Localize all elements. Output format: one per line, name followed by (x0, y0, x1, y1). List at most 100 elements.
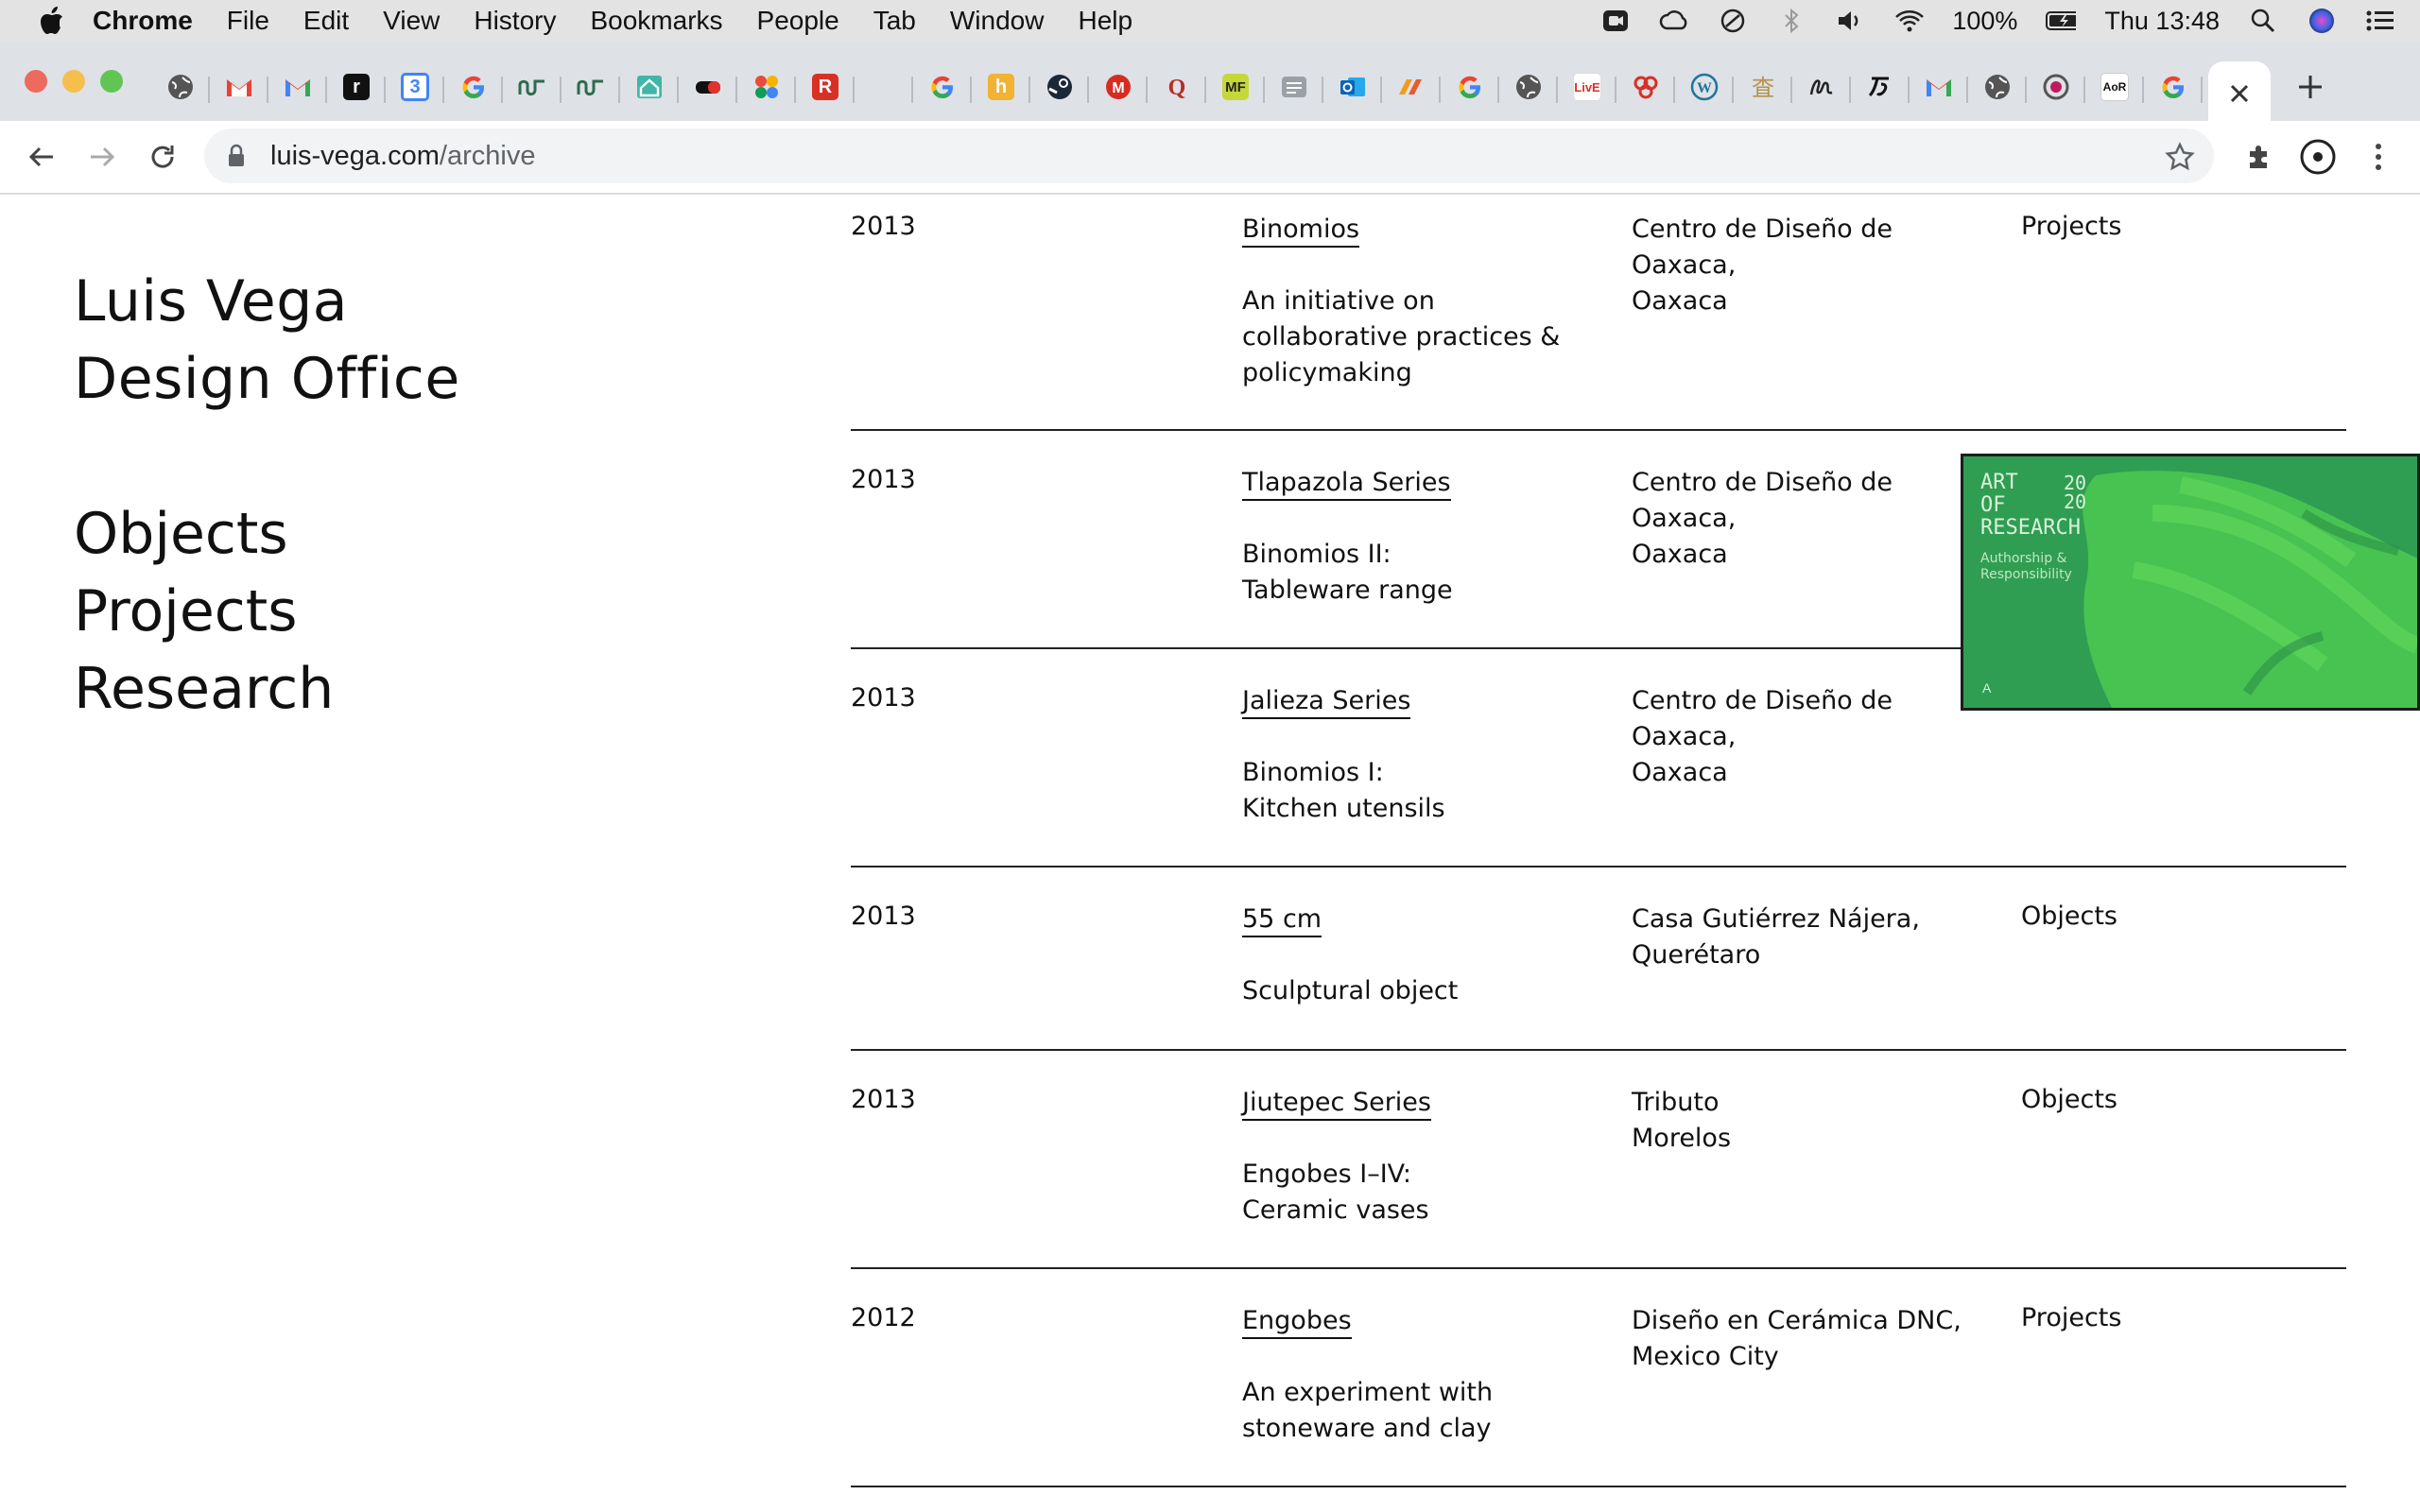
menu-bookmarks[interactable]: Bookmarks (590, 6, 722, 36)
bluetooth-icon[interactable] (1776, 8, 1806, 34)
chrome-menu-button[interactable] (2360, 138, 2397, 176)
row-title-link[interactable]: Jiutepec Series (1242, 1088, 1431, 1121)
creative-cloud-icon[interactable] (1659, 8, 1689, 34)
tab-kanji[interactable]: 査 (1734, 60, 1792, 114)
globe-icon (168, 75, 193, 99)
siri-icon[interactable] (2307, 8, 2337, 34)
url-text[interactable]: luis-vega.com/archive (270, 141, 535, 172)
row-description: Engobes I–IV: Ceramic vases (1242, 1157, 1611, 1228)
preview-subtitle-line: Responsibility (1980, 567, 2072, 582)
row-location: Casa Gutiérrez Nájera, Querétaro (1632, 902, 2010, 973)
tab-calendar[interactable]: 3 (386, 60, 444, 114)
tab-target[interactable] (2027, 60, 2085, 114)
desc-line: Kitchen utensils (1242, 794, 1445, 823)
menu-view[interactable]: View (383, 6, 440, 36)
do-not-disturb-icon[interactable] (1718, 8, 1748, 34)
menu-people[interactable]: People (757, 6, 839, 36)
spotlight-search-icon[interactable] (2248, 8, 2278, 34)
tab-google-1[interactable] (444, 60, 503, 114)
back-button[interactable] (23, 138, 60, 176)
place-line: Oaxaca (1632, 758, 1728, 787)
menu-history[interactable]: History (474, 6, 556, 36)
window-maximize-button[interactable] (100, 70, 123, 93)
new-tab-button[interactable] (2284, 60, 2337, 113)
tab-gmail-3[interactable] (1910, 60, 1968, 114)
menu-file[interactable]: File (227, 6, 269, 36)
tab-analytics-1[interactable] (503, 60, 562, 114)
window-minimize-button[interactable] (62, 70, 85, 93)
tab-globe[interactable] (151, 60, 210, 114)
place-line: Oaxaca, (1632, 250, 1737, 280)
tab-gmail-1[interactable] (210, 60, 268, 114)
tab-blank[interactable] (855, 60, 913, 114)
media-control-button[interactable] (2299, 138, 2337, 176)
row-title-link[interactable]: Tlapazola Series (1242, 468, 1451, 501)
volume-icon[interactable] (1835, 8, 1865, 34)
screen-recorder-icon[interactable] (1600, 8, 1631, 34)
tab-house[interactable] (620, 60, 679, 114)
window-close-button[interactable] (25, 70, 47, 93)
tab-globe-3[interactable] (1968, 60, 2027, 114)
tab-slash[interactable] (1382, 60, 1441, 114)
row-title-link[interactable]: Engobes (1242, 1306, 1352, 1339)
menu-edit[interactable]: Edit (303, 6, 349, 36)
tab-r-black[interactable]: r (327, 60, 386, 114)
menu-help[interactable]: Help (1078, 6, 1132, 36)
browser-toolbar: luis-vega.com/archive (0, 121, 2420, 195)
menu-app-chrome[interactable]: Chrome (93, 6, 193, 36)
pill-icon (696, 81, 720, 94)
project-preview-image[interactable]: A ART OF RESEARCH 20 20 Authorship & Res… (1961, 454, 2420, 711)
menu-window[interactable]: Window (950, 6, 1045, 36)
tab-pill[interactable] (679, 60, 737, 114)
bookmark-star-icon[interactable] (2165, 142, 2195, 172)
tab-calligraphy[interactable] (1851, 60, 1910, 114)
tab-steam[interactable] (1030, 60, 1089, 114)
row-location: Centro de Diseño de Oaxaca, Oaxaca (1632, 683, 2010, 791)
reload-button[interactable] (144, 138, 182, 176)
r-red-icon: R (812, 74, 838, 100)
tab-mf[interactable]: MF (1206, 60, 1265, 114)
battery-icon[interactable] (2046, 8, 2077, 34)
menu-tab[interactable]: Tab (873, 6, 916, 36)
tab-m-red[interactable]: M (1089, 60, 1148, 114)
web-page: Luis Vega Design Office Objects Projects… (0, 195, 2420, 1512)
tab-quora[interactable]: Q (1148, 60, 1206, 114)
tab-docs-list[interactable] (1265, 60, 1323, 114)
row-location: Diseño en Cerámica DNC, Mexico City (1632, 1303, 2010, 1375)
globe-icon (1985, 75, 2010, 99)
menu-clock[interactable]: Thu 13:48 (2104, 7, 2220, 36)
aoh-icon: AoR (2100, 73, 2129, 101)
macos-menu-bar: Chrome File Edit View History Bookmarks … (0, 0, 2420, 42)
nav-research[interactable]: Research (74, 650, 334, 728)
nav-objects[interactable]: Objects (74, 495, 334, 573)
tab-gmail-2[interactable] (268, 60, 327, 114)
lock-icon[interactable] (227, 144, 246, 168)
row-title-link[interactable]: Jalieza Series (1242, 686, 1411, 719)
tab-live[interactable]: LivE (1558, 60, 1616, 114)
tab-brush[interactable] (1792, 60, 1851, 114)
tab-google-2[interactable] (913, 60, 972, 114)
tab-google-4[interactable] (2144, 60, 2203, 114)
tab-google-3[interactable] (1441, 60, 1499, 114)
notification-center-icon[interactable] (2365, 8, 2395, 34)
apple-menu-icon[interactable] (40, 7, 66, 35)
row-title-link[interactable]: Binomios (1242, 215, 1360, 248)
site-brand[interactable]: Luis Vega Design Office (74, 263, 460, 418)
tab-dots[interactable] (737, 60, 796, 114)
tab-h-yellow[interactable]: h (972, 60, 1030, 114)
address-bar[interactable]: luis-vega.com/archive (204, 129, 2214, 183)
tab-wordpress[interactable]: W (1675, 60, 1734, 114)
arrow-left-icon (28, 146, 53, 167)
tab-outlook[interactable] (1323, 60, 1382, 114)
wifi-icon[interactable] (1893, 8, 1925, 34)
tab-analytics-2[interactable] (562, 60, 620, 114)
tab-red-flower[interactable] (1616, 60, 1675, 114)
extensions-button[interactable] (2240, 138, 2278, 176)
nav-projects[interactable]: Projects (74, 573, 334, 650)
tab-aoh[interactable]: AoR (2085, 60, 2144, 114)
tab-r-red[interactable]: R (796, 60, 855, 114)
forward-button[interactable] (83, 138, 121, 176)
tab-active-close-button[interactable] (2208, 61, 2271, 126)
row-title-link[interactable]: 55 cm (1242, 904, 1322, 937)
tab-globe-2[interactable] (1499, 60, 1558, 114)
